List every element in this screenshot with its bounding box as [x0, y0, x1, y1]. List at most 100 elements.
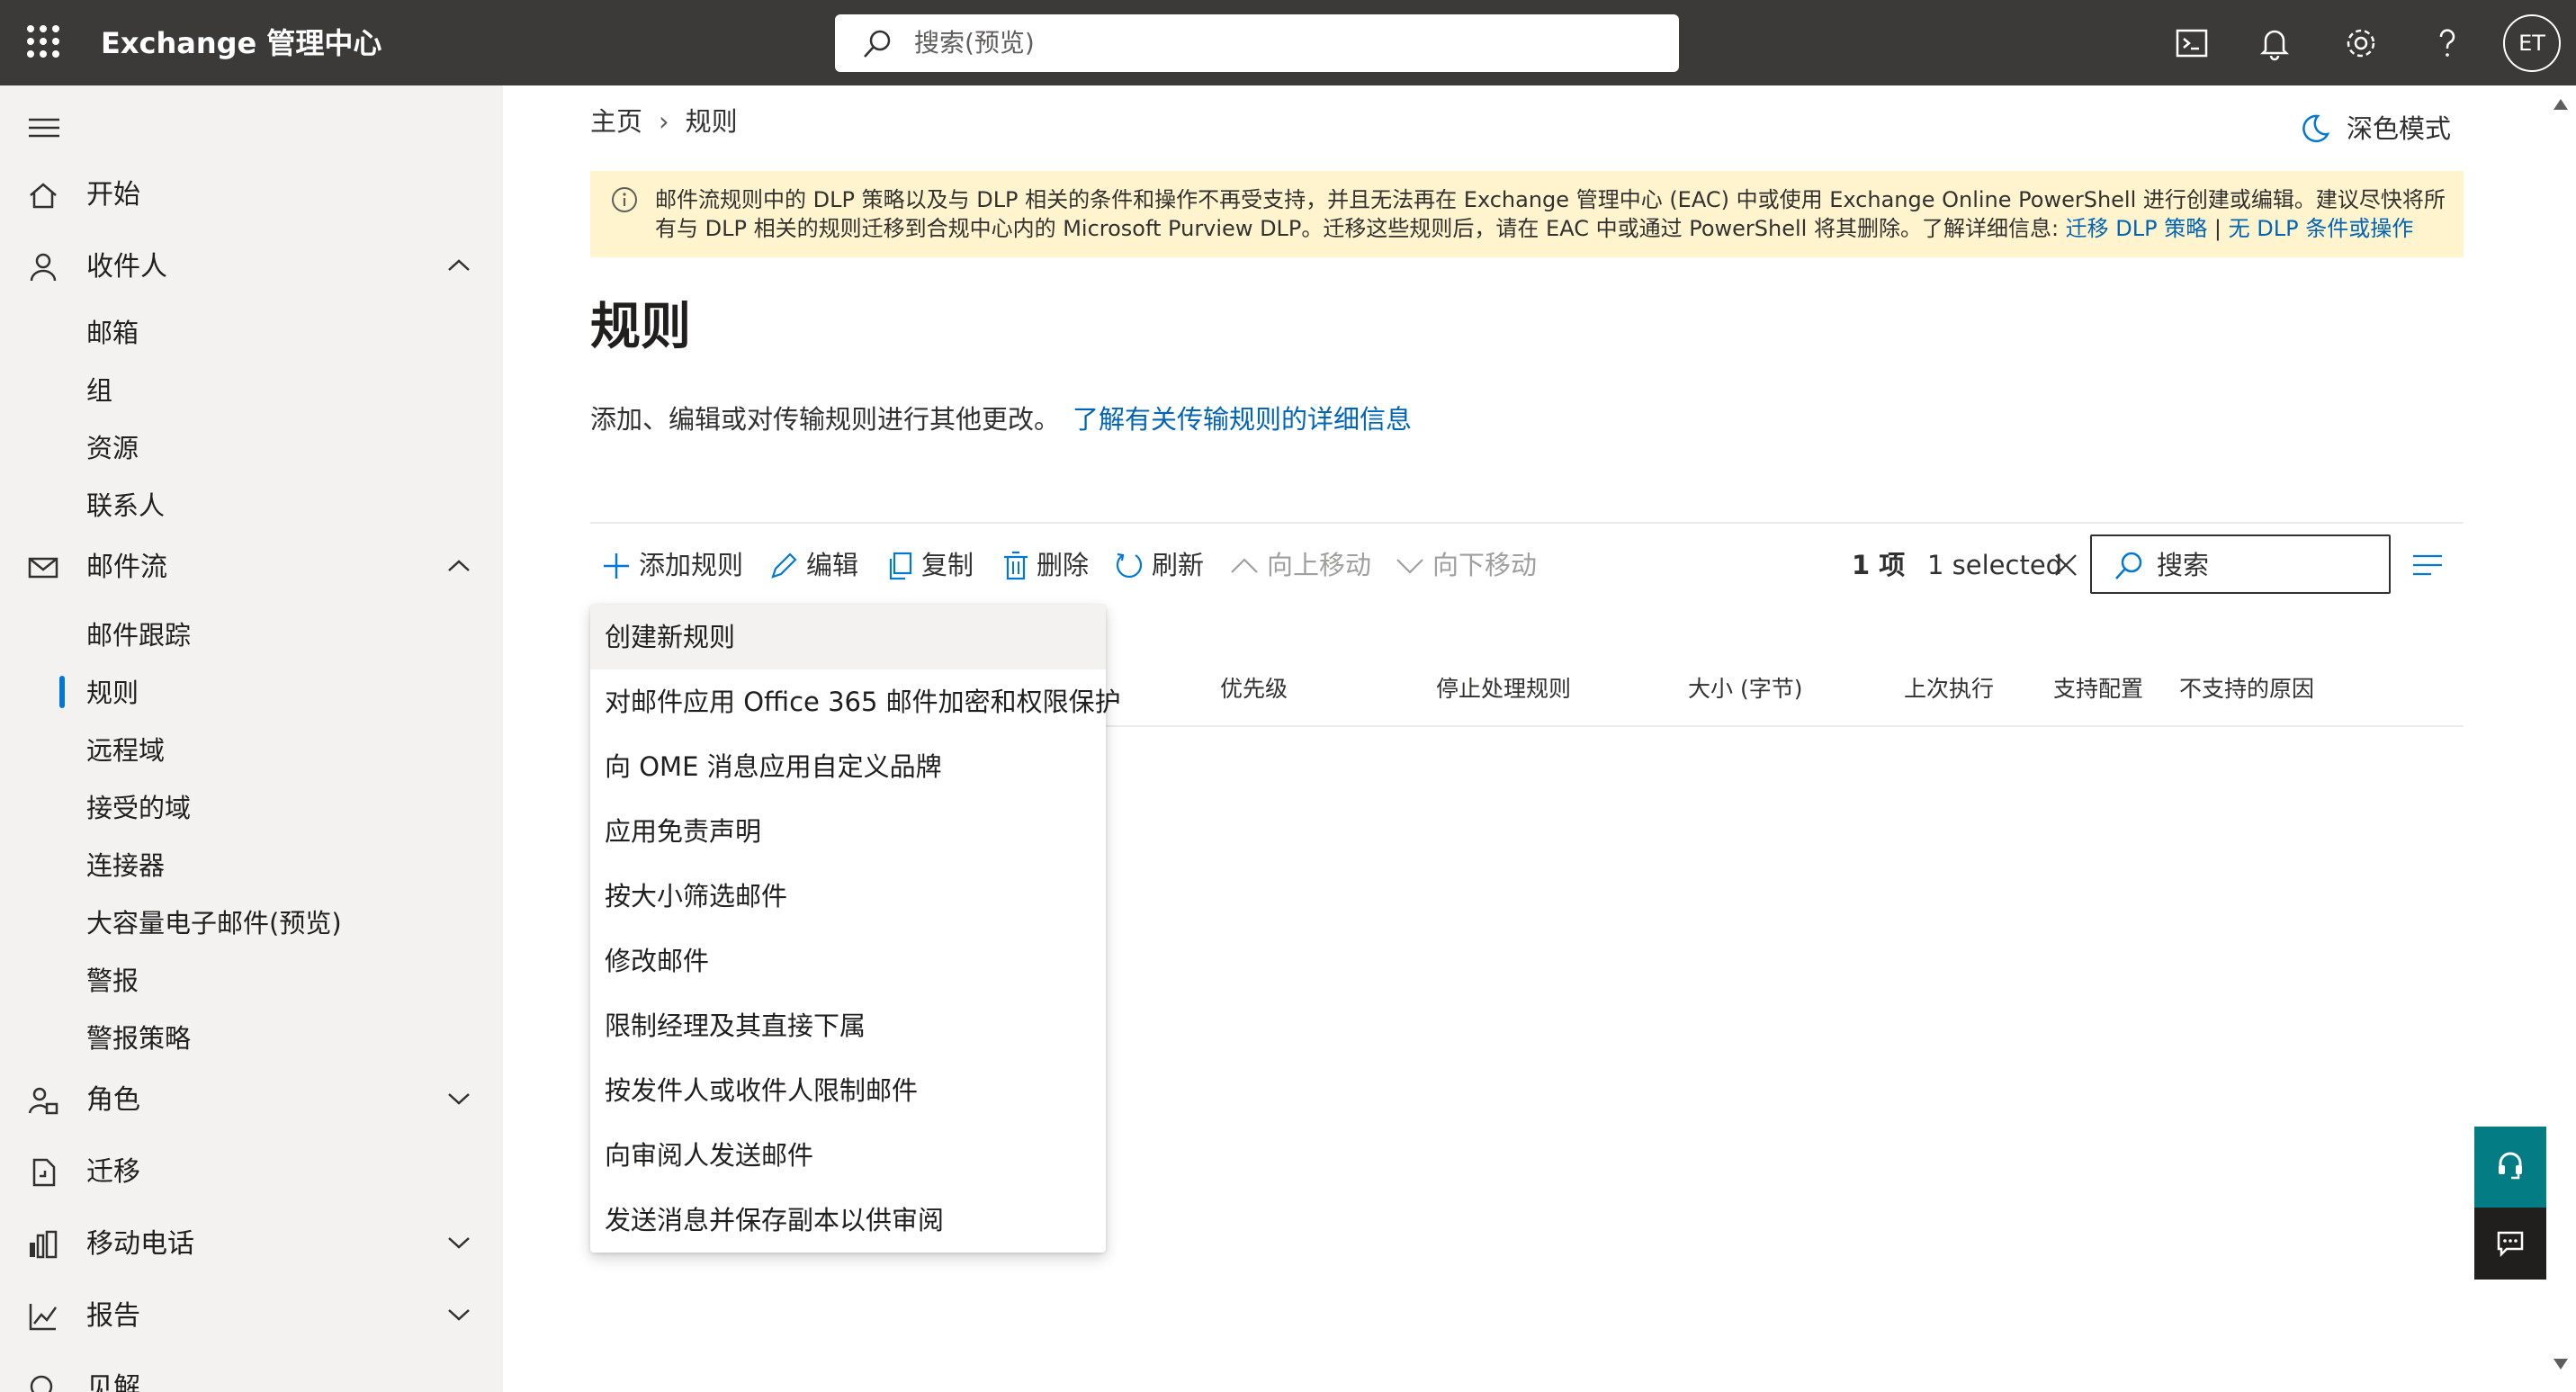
sidebar-item-mobile[interactable]: 移动电话 — [0, 1216, 503, 1273]
headset-icon — [2499, 1152, 2522, 1180]
info-banner: 邮件流规则中的 DLP 策略以及与 DLP 相关的条件和操作不再受支持，并且无法… — [590, 171, 2464, 257]
menu-item-label: 按大小筛选邮件 — [605, 881, 788, 912]
move-up-button[interactable]: 向上移动 — [1229, 547, 1373, 590]
sidebar-item-connectors[interactable]: 连接器 — [0, 840, 503, 890]
sidebar-item-label: 规则 — [86, 678, 139, 708]
migrate-dlp-link[interactable]: 迁移 DLP 策略 — [2066, 216, 2208, 241]
menu-item-label: 应用免责声明 — [605, 816, 762, 847]
help-icon[interactable] — [2426, 22, 2469, 65]
menu-item-label: 向审阅人发送邮件 — [605, 1140, 814, 1171]
menu-item-send-to-reviewer[interactable]: 向审阅人发送邮件 — [590, 1123, 1106, 1188]
sidebar-item-message-trace[interactable]: 邮件跟踪 — [0, 609, 503, 660]
trash-icon — [1004, 551, 1028, 580]
sidebar-item-label: 大容量电子邮件(预览) — [86, 908, 342, 938]
terminal-icon[interactable] — [2170, 22, 2213, 65]
mail-icon — [28, 557, 58, 579]
menu-item-create-rule[interactable]: 创建新规则 — [590, 605, 1106, 669]
sidebar-item-label: 角色 — [86, 1084, 140, 1116]
list-search-input[interactable]: 搜索 — [2090, 534, 2391, 594]
waffle-icon[interactable] — [27, 25, 59, 58]
column-last-run[interactable]: 上次执行 — [1904, 673, 1994, 705]
column-stop-processing[interactable]: 停止处理规则 — [1436, 673, 1571, 705]
menu-item-encryption[interactable]: 对邮件应用 Office 365 邮件加密和权限保护 — [590, 669, 1121, 734]
copy-icon — [889, 552, 912, 580]
pencil-icon — [771, 552, 797, 579]
refresh-icon — [1116, 552, 1143, 578]
add-rule-label: 添加规则 — [639, 550, 744, 580]
menu-item-restrict-managers[interactable]: 限制经理及其直接下属 — [590, 993, 1106, 1058]
sidebar-item-mailboxes[interactable]: 邮箱 — [0, 307, 503, 357]
menu-item-filter-size[interactable]: 按大小筛选邮件 — [590, 864, 1106, 929]
column-supported-config[interactable]: 支持配置 — [2053, 673, 2143, 705]
delete-button[interactable]: 删除 — [1001, 547, 1091, 590]
menu-item-label: 限制经理及其直接下属 — [605, 1010, 866, 1041]
global-search-input[interactable]: 搜索(预览) — [835, 14, 1679, 72]
gear-icon[interactable] — [2339, 22, 2383, 65]
chevron-down-icon — [1396, 559, 1423, 574]
menu-item-label: 对邮件应用 Office 365 邮件加密和权限保护 — [605, 687, 1121, 717]
sidebar-item-alert-policies[interactable]: 警报策略 — [0, 1012, 503, 1063]
sidebar-item-contacts[interactable]: 联系人 — [0, 480, 503, 530]
chevron-up-icon — [448, 259, 470, 271]
hamburger-icon[interactable] — [29, 116, 59, 139]
menu-item-send-save-copy[interactable]: 发送消息并保存副本以供审阅 — [590, 1188, 1106, 1253]
sidebar-item-label: 见解 — [86, 1372, 140, 1392]
close-icon[interactable] — [2053, 552, 2078, 578]
avatar[interactable]: ET — [2503, 14, 2561, 72]
sidebar-item-insights[interactable]: 见解 — [0, 1360, 503, 1392]
edit-button[interactable]: 编辑 — [768, 547, 858, 590]
chart-icon — [29, 1304, 58, 1331]
sidebar-item-label: 警报策略 — [86, 1023, 192, 1054]
add-rule-button[interactable]: 添加规则 — [601, 547, 745, 590]
filter-list-icon[interactable] — [2411, 552, 2444, 578]
bell-icon[interactable] — [2253, 22, 2296, 65]
scroll-up-arrow-icon[interactable] — [2552, 97, 2570, 112]
banner-separator: | — [2213, 216, 2221, 241]
sidebar-item-mail-flow[interactable]: 邮件流 — [0, 539, 503, 597]
sidebar-item-remote-domains[interactable]: 远程域 — [0, 724, 503, 775]
menu-item-modify-message[interactable]: 修改邮件 — [590, 929, 1106, 993]
active-indicator — [59, 676, 65, 708]
copy-label: 复制 — [921, 550, 974, 580]
edit-label: 编辑 — [806, 550, 859, 580]
menu-item-restrict-sender[interactable]: 按发件人或收件人限制邮件 — [590, 1058, 1106, 1123]
column-size[interactable]: 大小 (字节) — [1688, 673, 1802, 705]
sidebar-item-roles[interactable]: 角色 — [0, 1072, 503, 1129]
scroll-down-arrow-icon[interactable] — [2552, 1357, 2570, 1371]
feedback-chat-button[interactable] — [2474, 1208, 2546, 1280]
dark-mode-label: 深色模式 — [2347, 113, 2452, 144]
sidebar-item-label: 移动电话 — [86, 1228, 194, 1260]
sidebar-item-label: 警报 — [86, 965, 139, 996]
sidebar-item-accepted-domains[interactable]: 接受的域 — [0, 782, 503, 832]
column-unsupported-reason[interactable]: 不支持的原因 — [2179, 673, 2314, 705]
breadcrumb-home[interactable]: 主页 — [590, 106, 642, 137]
move-down-label: 向下移动 — [1432, 550, 1538, 580]
sidebar-item-resources[interactable]: 资源 — [0, 422, 503, 472]
sidebar-item-label: 邮件跟踪 — [86, 620, 192, 651]
sidebar-item-migration[interactable]: 迁移 — [0, 1144, 503, 1201]
chevron-down-icon — [448, 1237, 470, 1249]
app-title[interactable]: Exchange 管理中心 — [101, 25, 381, 61]
chevron-up-icon — [1231, 558, 1258, 573]
sidebar-item-label: 联系人 — [86, 490, 166, 521]
sidebar-item-rules[interactable]: 规则 — [0, 667, 503, 717]
sidebar-item-label: 开始 — [86, 179, 140, 211]
sidebar-item-label: 远程域 — [86, 735, 166, 766]
sidebar-item-reports[interactable]: 报告 — [0, 1288, 503, 1345]
refresh-button[interactable]: 刷新 — [1114, 547, 1204, 590]
sidebar-item-bulk-email[interactable]: 大容量电子邮件(预览) — [0, 897, 503, 947]
sidebar-item-recipients[interactable]: 收件人 — [0, 238, 503, 296]
sidebar-item-groups[interactable]: 组 — [0, 364, 503, 415]
column-priority[interactable]: 优先级 — [1220, 673, 1288, 705]
learn-more-link[interactable]: 了解有关传输规则的详细信息 — [1073, 404, 1412, 435]
sidebar-item-home[interactable]: 开始 — [0, 166, 503, 224]
sidebar: 开始 收件人 邮箱 组 资源 联系人 邮件流 邮件跟踪 规则 远程域 接受的域 … — [0, 85, 503, 1392]
menu-item-disclaimer[interactable]: 应用免责声明 — [590, 799, 1106, 864]
copy-button[interactable]: 复制 — [885, 547, 975, 590]
sidebar-item-alerts[interactable]: 警报 — [0, 955, 503, 1005]
search-icon — [2115, 552, 2142, 579]
move-down-button[interactable]: 向下移动 — [1395, 547, 1539, 590]
help-support-button[interactable] — [2474, 1127, 2546, 1208]
no-dlp-link[interactable]: 无 DLP 条件或操作 — [2229, 216, 2414, 241]
menu-item-ome-branding[interactable]: 向 OME 消息应用自定义品牌 — [590, 734, 1106, 799]
